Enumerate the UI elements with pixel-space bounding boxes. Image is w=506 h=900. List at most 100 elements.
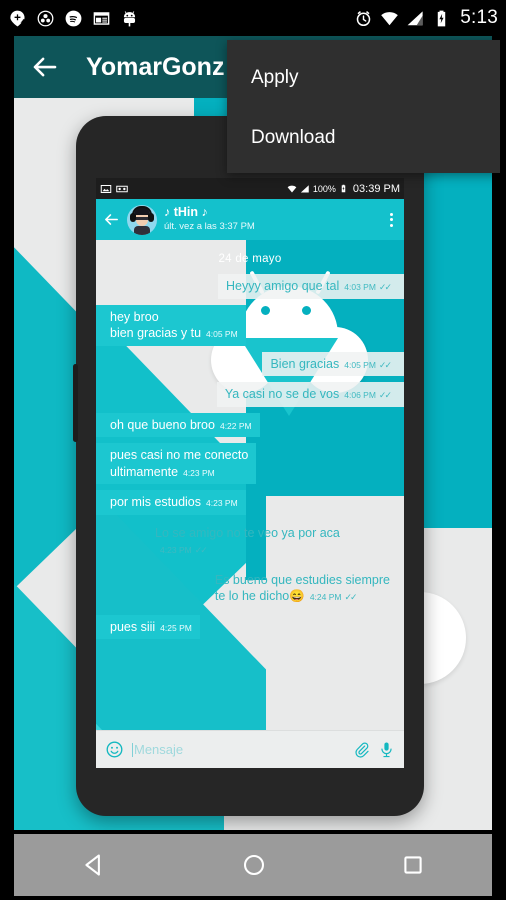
- message-meta: 4:23 PM ✓✓: [160, 545, 208, 557]
- message-bubble[interactable]: Ya casi no se de vos 4:06 PM ✓✓: [216, 382, 404, 407]
- message-meta: 4:23 PM: [206, 498, 238, 509]
- voicemail-icon: [116, 185, 128, 192]
- avatar[interactable]: [127, 204, 157, 235]
- message-row[interactable]: Lo se amigo no te veo ya por aca 4:23 PM ✓…: [104, 521, 396, 562]
- message-text: hey broo bien gracias y tu: [110, 309, 202, 341]
- back-arrow-icon[interactable]: [103, 211, 120, 228]
- chat-header: ♪ tHin ♪ últ. vez a las 3:37 PM: [96, 199, 404, 240]
- message-time: 4:25 PM: [160, 622, 192, 633]
- menu-item-download[interactable]: Download: [227, 108, 500, 168]
- message-meta: 4:05 PM ✓✓: [344, 359, 392, 372]
- system-clock: 5:13: [460, 7, 498, 28]
- contact-last-seen: últ. vez a las 3:37 PM: [164, 220, 255, 232]
- nav-home-circle-icon[interactable]: [241, 852, 267, 878]
- message-bubble[interactable]: hey broo bien gracias y tu 4:05 PM: [96, 304, 246, 346]
- wallpaper-preview-area: 100% 03:39 PM ♪ tHin ♪ últ. vez a las 3:…: [14, 98, 492, 833]
- message-time: 4:23 PM: [183, 467, 215, 478]
- message-text: por mis estudios: [110, 495, 202, 509]
- overflow-menu[interactable]: Apply Download: [227, 40, 500, 173]
- spotify-icon: [65, 10, 82, 26]
- message-row[interactable]: pues casi no me conecto ultimamente 4:23 …: [96, 443, 396, 484]
- chat-contact-info[interactable]: ♪ tHin ♪ últ. vez a las 3:37 PM: [164, 205, 255, 233]
- read-receipt-icon: ✓✓: [194, 545, 208, 555]
- system-status-bar: 5:13: [0, 0, 506, 36]
- messages-container: 24 de mayo Heyyy amigo que tal 4:03 PM ✓✓ h…: [96, 240, 404, 639]
- message-row[interactable]: hey broo bien gracias y tu 4:05 PM: [96, 304, 396, 346]
- message-bubble[interactable]: oh que bueno broo 4:22 PM: [96, 412, 260, 437]
- message-time: 4:05 PM: [344, 359, 376, 370]
- message-time: 4:24 PM: [309, 592, 342, 602]
- read-receipt-icon: ✓✓: [378, 359, 392, 370]
- message-text: Bien gracias: [270, 356, 340, 371]
- message-bubble[interactable]: pues casi no me conecto ultimamente 4:23 …: [96, 443, 257, 484]
- screenshot-image-icon: [100, 184, 112, 193]
- message-composer[interactable]: Mensaje: [96, 730, 404, 768]
- message-bubble[interactable]: por mis estudios 4:23 PM: [96, 490, 246, 515]
- read-receipt-icon: ✓✓: [378, 390, 392, 400]
- message-meta: 4:05 PM: [206, 329, 238, 340]
- soccer-ball-icon: [37, 10, 54, 26]
- chat-message-list[interactable]: 24 de mayo Heyyy amigo que tal 4:03 PM ✓✓ h…: [96, 240, 404, 734]
- battery-charging-icon: [437, 10, 446, 26]
- navigation-bar: [14, 834, 492, 896]
- phone-mockup: 100% 03:39 PM ♪ tHin ♪ últ. vez a las 3:…: [73, 116, 424, 816]
- message-time: 4:23 PM: [206, 498, 238, 508]
- status-right-icons: 5:13: [354, 7, 498, 29]
- battery-charging-icon: [341, 184, 346, 193]
- message-bubble[interactable]: pues siii 4:25 PM: [96, 614, 200, 639]
- inner-status-bar: 100% 03:39 PM: [96, 178, 404, 199]
- cell-signal-icon: [407, 10, 423, 25]
- phone-screen: 100% 03:39 PM ♪ tHin ♪ últ. vez a las 3:…: [96, 178, 404, 768]
- android-robot-icon: [123, 10, 136, 26]
- message-row[interactable]: oh que bueno broo 4:22 PM: [96, 412, 396, 437]
- message-row[interactable]: Bien gracias 4:05 PM ✓✓: [104, 351, 404, 376]
- message-row[interactable]: pues siii 4:25 PM: [96, 614, 396, 639]
- message-text: Es bueno que estudies siempre te lo he d…: [214, 572, 390, 604]
- location-add-icon: [10, 10, 25, 26]
- volume-button: [73, 364, 78, 442]
- wifi-icon: [287, 185, 297, 193]
- message-row[interactable]: por mis estudios 4:23 PM: [96, 490, 396, 515]
- message-text: oh que bueno broo: [110, 417, 215, 432]
- message-row[interactable]: Heyyy amigo que tal 4:03 PM ✓✓: [104, 274, 404, 299]
- message-meta: 4:24 PM ✓✓: [309, 592, 358, 604]
- battery-percent: 100%: [312, 183, 336, 194]
- message-row[interactable]: Es bueno que estudies siempre te lo he d…: [104, 568, 396, 609]
- page-title: YomarGonz: [86, 52, 225, 81]
- message-bubble[interactable]: Heyyy amigo que tal 4:03 PM ✓✓: [217, 274, 404, 299]
- message-time: 4:23 PM: [160, 545, 192, 555]
- navigation-bar-wrapper: [0, 830, 506, 900]
- message-meta: 4:03 PM ✓✓: [344, 282, 392, 294]
- message-time: 4:05 PM: [206, 329, 238, 339]
- message-text: Ya casi no se de vos: [224, 387, 340, 401]
- nav-back-triangle-icon[interactable]: [81, 852, 107, 878]
- message-row[interactable]: Ya casi no se de vos 4:06 PM ✓✓: [104, 382, 404, 407]
- message-text: Lo se amigo no te veo ya por aca: [155, 525, 340, 540]
- message-time: 4:06 PM: [344, 390, 376, 400]
- message-bubble[interactable]: Lo se amigo no te veo ya por aca 4:23 PM ✓…: [147, 521, 404, 562]
- message-text: pues siii: [110, 619, 156, 634]
- emoji-smiley-icon[interactable]: [105, 740, 124, 759]
- overflow-menu-icon[interactable]: [390, 212, 397, 227]
- message-meta: 4:22 PM: [220, 421, 252, 432]
- cell-signal-icon: [300, 184, 309, 193]
- wifi-icon: [381, 11, 399, 25]
- paperclip-icon[interactable]: [353, 741, 370, 758]
- message-input[interactable]: Mensaje: [132, 742, 345, 757]
- message-text: pues casi no me conecto ultimamente: [110, 448, 249, 479]
- message-meta: 4:25 PM: [160, 623, 192, 634]
- message-meta: 4:06 PM ✓✓: [344, 390, 392, 402]
- read-receipt-icon: ✓✓: [378, 282, 392, 292]
- back-arrow-icon[interactable]: [30, 52, 60, 82]
- message-time: 4:03 PM: [344, 282, 376, 292]
- screen-root: 5:13 YomarGonz 100% 03:39 PM ♪ tHin ♪ úl…: [0, 0, 506, 900]
- nav-recents-square-icon[interactable]: [401, 853, 425, 877]
- status-left-icons: [8, 9, 139, 28]
- menu-item-apply[interactable]: Apply: [227, 48, 500, 108]
- message-bubble[interactable]: Bien gracias 4:05 PM ✓✓: [262, 351, 404, 376]
- date-divider-label: 24 de mayo: [218, 253, 282, 265]
- message-bubble[interactable]: Es bueno que estudies siempre te lo he d…: [207, 568, 404, 609]
- read-receipt-icon: ✓✓: [344, 592, 357, 602]
- message-meta: 4:23 PM: [183, 468, 215, 479]
- microphone-icon[interactable]: [378, 741, 395, 758]
